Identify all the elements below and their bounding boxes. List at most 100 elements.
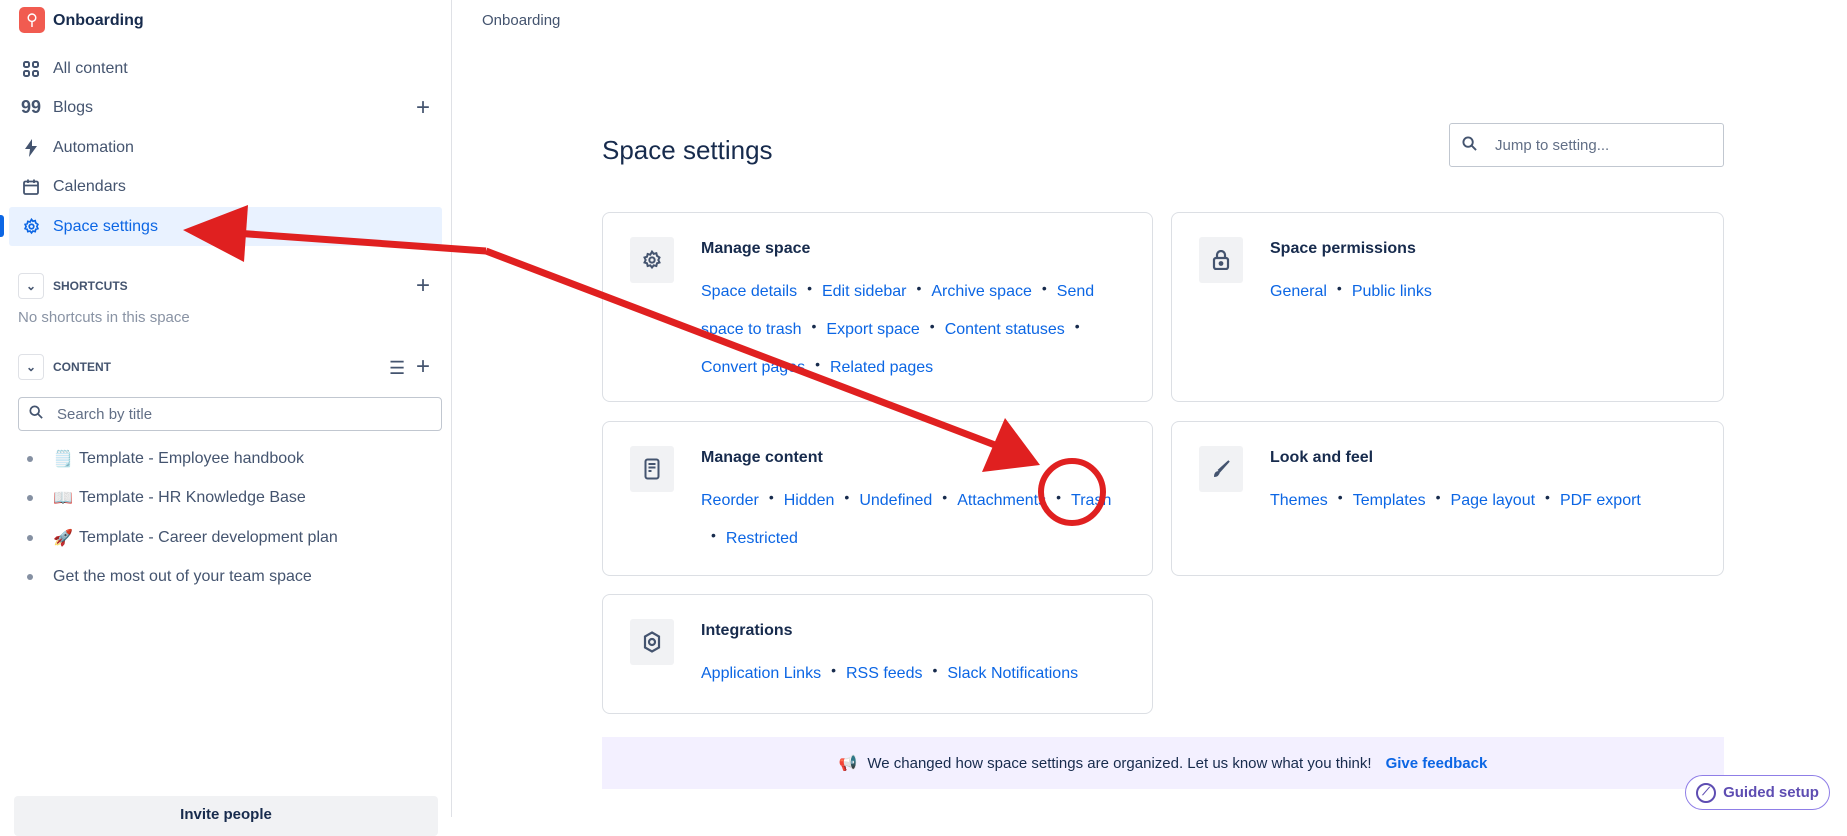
separator-dot: • [815,356,820,372]
chevron-down-icon[interactable]: ⌄ [18,273,44,299]
tree-item-label: Get the most out of your team space [53,568,312,585]
card-links: Space details • Edit sidebar • Archive space… [701,271,1122,385]
separator-dot: • [1435,489,1441,505]
shortcuts-header: ⌄ SHORTCUTS [18,273,128,299]
breadcrumb[interactable]: Onboarding [482,12,560,29]
setting-link[interactable]: RSS feeds [846,665,922,682]
separator-dot: • [916,280,922,296]
separator-dot: • [807,280,812,296]
chevron-down-icon[interactable]: ⌄ [18,354,44,380]
setting-link[interactable]: Export space [826,321,919,338]
sidebar-item-label: Calendars [53,177,126,195]
add-blog-button[interactable]: + [416,96,430,120]
tree-item-label: Template - HR Knowledge Base [79,489,306,506]
sidebar-item-all-content[interactable]: All content [9,49,442,88]
guided-setup-button[interactable]: ⟋ Guided setup [1685,775,1830,810]
setting-link[interactable]: Content statuses [945,321,1065,338]
setting-link[interactable]: Archive space [931,283,1032,300]
search-icon [1462,135,1477,155]
card-links: Application Links • RSS feeds • Slack Notifi… [701,653,1122,691]
setting-link[interactable]: Trash [1071,492,1111,509]
separator-dot: • [1336,280,1342,296]
setting-link[interactable]: Page layout [1451,492,1536,509]
grid-icon [9,60,53,77]
sidebar-item-label: Automation [53,138,134,156]
separator-dot: • [1056,489,1062,505]
card-links: Themes • Templates • Page layout • PDF export [1270,480,1693,518]
add-content-button[interactable]: + [416,355,430,379]
shortcuts-empty-text: No shortcuts in this space [18,309,190,326]
hexagon-icon [630,619,674,665]
sidebar-item-label: Blogs [53,98,94,116]
card-title: Look and feel [1270,449,1374,466]
setting-link[interactable]: Themes [1270,492,1328,509]
quote-icon: 99 [20,97,42,117]
setting-link[interactable]: Hidden [784,492,835,509]
tree-item[interactable]: 📖 Template - HR Knowledge Base [27,488,306,508]
bullet [27,574,33,580]
setting-link[interactable]: Restricted [726,530,798,547]
sidebar-item-label: All content [53,59,128,77]
tree-item[interactable]: Get the most out of your team space [27,568,312,586]
rocket-emoji-icon: 🚀 [53,530,73,547]
content-header: ⌄ CONTENT [18,354,111,380]
separator-dot: • [942,489,948,505]
add-shortcut-button[interactable]: + [416,274,430,298]
space-logo[interactable]: ⚲ [19,7,45,33]
settings-card-manage-content: Manage content Reorder • Hidden • Undefined •… [602,421,1153,576]
calendar-icon [9,179,53,195]
page-title: Space settings [602,135,773,165]
sidebar-item-automation[interactable]: Automation [9,128,442,167]
separator-dot: • [711,527,716,543]
feedback-banner: 📢 We changed how space settings are orga… [602,737,1724,789]
sidebar-item-space-settings[interactable]: Space settings [0,207,442,246]
setting-link[interactable]: General [1270,283,1327,300]
separator-dot: • [1074,318,1080,334]
give-feedback-link[interactable]: Give feedback [1386,755,1488,772]
setting-link[interactable]: Undefined [859,492,932,509]
separator-dot: • [768,489,774,505]
notepad-emoji-icon: 🗒️ [53,451,73,468]
setting-link[interactable]: Related pages [830,359,933,376]
separator-dot: • [1041,280,1047,296]
setting-link[interactable]: Public links [1352,283,1432,300]
tree-item-label: Template - Career development plan [79,529,338,546]
card-title: Space permissions [1270,240,1416,257]
space-name[interactable]: Onboarding [53,12,144,30]
megaphone-icon: 📢 [838,755,858,772]
bullet [27,495,33,501]
active-indicator [0,215,4,237]
setting-link[interactable]: Edit sidebar [822,283,907,300]
tree-item-label: Template - Employee handbook [79,450,305,467]
tree-item[interactable]: 🚀 Template - Career development plan [27,528,338,548]
compass-icon: ⟋ [1696,782,1717,803]
search-by-title-input[interactable]: Search by title [18,397,442,431]
settings-card-manage-space: Manage space Space details • Edit sidebar •… [602,212,1153,402]
banner-text: We changed how space settings are organi… [867,754,1372,772]
card-title: Manage content [701,449,823,466]
invite-people-button[interactable]: Invite people [14,796,438,836]
bullet [27,456,33,462]
separator-dot: • [844,489,850,505]
jump-placeholder: Jump to setting... [1495,136,1610,154]
jump-to-setting-input[interactable]: Jump to setting... [1449,123,1724,167]
setting-link[interactable]: Reorder [701,492,759,509]
separator-dot: • [932,662,938,678]
setting-link[interactable]: Application Links [701,665,821,682]
card-title: Integrations [701,622,793,639]
sidebar-item-calendars[interactable]: Calendars [9,167,442,206]
search-icon [29,405,43,423]
setting-link[interactable]: Slack Notifications [947,665,1078,682]
setting-link[interactable]: Convert pages [701,359,805,376]
sidebar-item-blogs[interactable]: 99 Blogs [9,88,442,127]
setting-link[interactable]: Attachments [957,492,1046,509]
document-icon [630,446,674,492]
setting-link[interactable]: Templates [1353,492,1426,509]
filter-icon[interactable]: ☰ [389,359,405,377]
setting-link[interactable]: Space details [701,283,797,300]
settings-card-space-permissions: Space permissions General • Public links [1171,212,1724,402]
tree-item[interactable]: 🗒️ Template - Employee handbook [27,449,304,469]
content-label: CONTENT [53,360,111,374]
setting-link[interactable]: PDF export [1560,492,1641,509]
card-links: General • Public links [1270,271,1693,309]
